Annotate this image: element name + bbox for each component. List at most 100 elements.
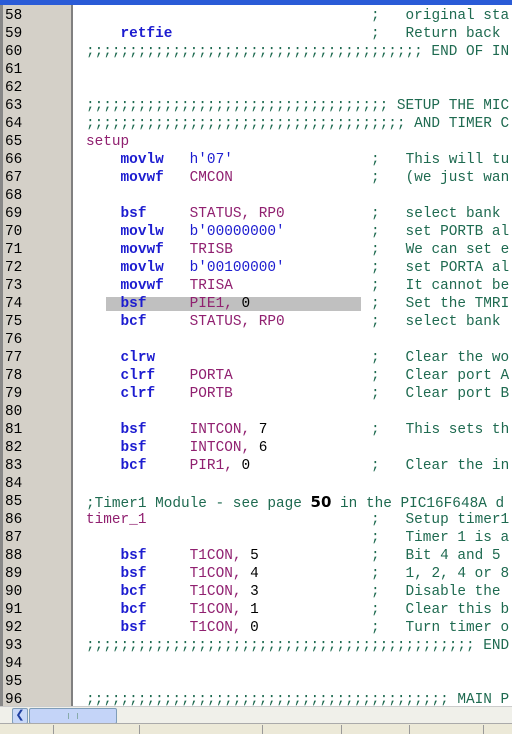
code-comment: ; Set the TMRI (371, 296, 510, 312)
code-line[interactable]: 73 movwf TRISA ; It cannot be (0, 277, 512, 295)
code-comment: ;;;;;;;;;;;;;;;;;;;;;;;;;;;;;;;;;;;;;;; … (86, 44, 510, 60)
line-number: 72 (5, 260, 23, 276)
code-keyword: movwf (120, 170, 164, 186)
code-operand: setup (86, 134, 130, 150)
code-text: ;Timer1 Module - see page 50 in the PIC1… (86, 493, 512, 513)
code-line[interactable]: 63 ;;;;;;;;;;;;;;;;;;;;;;;;;;;;;;;;;;; SE… (0, 97, 512, 115)
code-line[interactable]: 74 bsf PIE1, 0 ; Set the TMRI (0, 295, 512, 313)
code-text: movwf TRISB ; We can set e (86, 241, 512, 259)
code-line[interactable]: 69 bsf STATUS, RP0 ; select bank (0, 205, 512, 223)
code-line[interactable]: 86 timer_1 ; Setup timer1 (0, 511, 512, 529)
code-text: bsf PIE1, 0 ; Set the TMRI (86, 295, 512, 313)
code-keyword: movlw (120, 224, 164, 240)
code-text: bsf INTCON, 7 ; This sets th (86, 421, 512, 439)
line-number: 67 (5, 170, 23, 186)
code-text: bcf T1CON, 3 ; Disable the (86, 583, 512, 601)
code-comment: ; (we just wan (371, 170, 510, 186)
code-comment: original sta (405, 8, 510, 24)
code-line[interactable]: 95 (0, 673, 512, 691)
code-line[interactable]: 92 bsf T1CON, 0 ; Turn timer o (0, 619, 512, 637)
code-comment: in the PIC16F648A d (331, 496, 505, 512)
code-comment: ; (86, 8, 406, 24)
code-line[interactable]: 83 bcf PIR1, 0 ; Clear the in (0, 457, 512, 475)
code-line[interactable]: 80 (0, 403, 512, 421)
code-comment: ; Bit 4 and 5 (371, 548, 501, 564)
status-bar (0, 723, 512, 734)
code-comment: ; set PORTB al (371, 224, 510, 240)
code-line[interactable]: 90 bcf T1CON, 3 ; Disable the (0, 583, 512, 601)
code-line[interactable]: 58 ; original sta (0, 7, 512, 25)
code-line[interactable]: 60;;;;;;;;;;;;;;;;;;;;;;;;;;;;;;;;;;;;;;… (0, 43, 512, 61)
chevron-left-icon[interactable]: ❮ (12, 708, 28, 724)
code-line[interactable]: 59 retfie ; Return back (0, 25, 512, 43)
code-line[interactable]: 70 movlw b'00000000' ; set PORTB al (0, 223, 512, 241)
code-line[interactable]: 91 bcf T1CON, 1 ; Clear this b (0, 601, 512, 619)
code-line[interactable]: 66 movlw h'07' ; This will tu (0, 151, 512, 169)
line-number: 81 (5, 422, 23, 438)
code-line[interactable]: 79 clrf PORTB ; Clear port B (0, 385, 512, 403)
horizontal-scrollbar[interactable]: ❮ (0, 706, 512, 724)
code-line[interactable]: 82 bsf INTCON, 6 (0, 439, 512, 457)
code-line[interactable]: 87 ; Timer 1 is a (0, 529, 512, 547)
code-line[interactable]: 61 (0, 61, 512, 79)
code-text: bcf PIR1, 0 ; Clear the in (86, 457, 512, 475)
code-text: ;;;;;;;;;;;;;;;;;;;;;;;;;;;;;;;;;;;;;;; … (86, 43, 512, 61)
code-lines[interactable]: 58 ; original sta 59 retfie ; Return back… (0, 7, 512, 709)
code-line[interactable]: 84 (0, 475, 512, 493)
code-line[interactable]: 89 bsf T1CON, 4 ; 1, 2, 4 or 8 (0, 565, 512, 583)
code-line[interactable]: 81 bsf INTCON, 7 ; This sets th (0, 421, 512, 439)
line-number: 68 (5, 188, 23, 204)
code-line[interactable]: 94 (0, 655, 512, 673)
line-number: 76 (5, 332, 23, 348)
line-number: 94 (5, 656, 23, 672)
line-number: 61 (5, 62, 23, 78)
code-line[interactable]: 76 (0, 331, 512, 349)
code-operand: T1CON, (189, 620, 251, 636)
code-text: ;;;;;;;;;;;;;;;;;;;;;;;;;;;;;;;;;;;;; AN… (86, 115, 512, 133)
code-line[interactable]: 85 ;Timer1 Module - see page 50 in the PI… (0, 493, 512, 513)
code-line[interactable]: 71 movwf TRISB ; We can set e (0, 241, 512, 259)
code-line[interactable]: 67 movwf CMCON ; (we just wan (0, 169, 512, 187)
code-line[interactable]: 75 bcf STATUS, RP0 ; select bank (0, 313, 512, 331)
code-text: bcf T1CON, 1 ; Clear this b (86, 601, 512, 619)
line-number: 84 (5, 476, 23, 492)
code-token: 0 (241, 458, 251, 474)
code-line[interactable]: 64 ;;;;;;;;;;;;;;;;;;;;;;;;;;;;;;;;;;;;; … (0, 115, 512, 133)
code-comment: ;;;;;;;;;;;;;;;;;;;;;;;;;;;;;;;;;;;;; AN… (86, 116, 510, 132)
code-text: timer_1 ; Setup timer1 (86, 511, 512, 529)
line-number: 78 (5, 368, 23, 384)
code-text: bsf T1CON, 0 ; Turn timer o (86, 619, 512, 637)
code-keyword: movlw (120, 152, 164, 168)
code-line[interactable]: 88 bsf T1CON, 5 ; Bit 4 and 5 (0, 547, 512, 565)
line-number: 87 (5, 530, 23, 546)
code-line[interactable]: 93;;;;;;;;;;;;;;;;;;;;;;;;;;;;;;;;;;;;;;… (0, 637, 512, 655)
code-operand: INTCON, (189, 440, 259, 456)
line-number: 69 (5, 206, 23, 222)
code-text: clrw ; Clear the wo (86, 349, 512, 367)
code-keyword: bsf (120, 440, 147, 456)
code-operand: T1CON, (189, 584, 251, 600)
line-number: 85 (5, 494, 23, 510)
code-line[interactable]: 65 setup (0, 133, 512, 151)
code-line[interactable]: 62 (0, 79, 512, 97)
code-line[interactable]: 77 clrw ; Clear the wo (0, 349, 512, 367)
code-keyword: movlw (120, 260, 164, 276)
scrollbar-thumb[interactable] (29, 708, 117, 724)
code-line[interactable]: 68 (0, 187, 512, 205)
line-number: 63 (5, 98, 23, 114)
code-comment: ; select bank (371, 206, 501, 222)
code-operand: TRISB (189, 242, 233, 258)
code-line[interactable]: 78 clrf PORTA ; Clear port A (0, 367, 512, 385)
code-line[interactable]: 72 movlw b'00100000' ; set PORTA al (0, 259, 512, 277)
code-operand: PIR1, (189, 458, 242, 474)
